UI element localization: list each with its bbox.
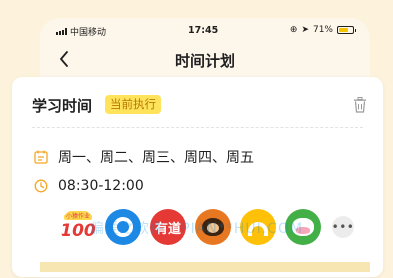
signal-icon xyxy=(56,28,67,35)
days-row: 周一、周二、周三、周四、周五 xyxy=(34,147,254,167)
carrier-label: 中国移动 xyxy=(70,28,107,38)
status-left: 中国移动 xyxy=(56,25,106,38)
plan-name: 学习时间 xyxy=(32,97,93,115)
calendar-icon xyxy=(34,150,48,164)
location-icon: ➤ xyxy=(301,25,309,35)
page-title: 时间计划 xyxy=(174,52,235,70)
status-badge: 当前执行 xyxy=(105,95,161,114)
battery-percent: 71% xyxy=(312,25,333,35)
next-card-peek xyxy=(40,262,370,272)
nav-bar: 时间计划 xyxy=(40,44,370,74)
plan-card[interactable]: 学习时间 当前执行 周一、周二、周三、周四、周五 08:30-12:00 小猿作… xyxy=(12,77,383,277)
watermark: 偏爱之软件 · PIAN**HUI.COM xyxy=(89,221,304,237)
clock-icon xyxy=(34,179,48,193)
days-text: 周一、周二、周三、周四、周五 xyxy=(58,150,254,166)
divider xyxy=(32,127,363,128)
status-right: ⊕ ➤ 71% xyxy=(289,25,356,35)
status-time: 17:45 xyxy=(188,25,219,36)
alarm-icon: ⊕ xyxy=(289,25,298,35)
time-range-text: 08:30-12:00 xyxy=(58,178,144,194)
trash-icon[interactable] xyxy=(353,97,367,113)
status-bar: 中国移动 17:45 ⊕ ➤ 71% xyxy=(56,22,356,40)
time-row: 08:30-12:00 xyxy=(34,178,144,194)
battery-icon xyxy=(337,26,356,34)
